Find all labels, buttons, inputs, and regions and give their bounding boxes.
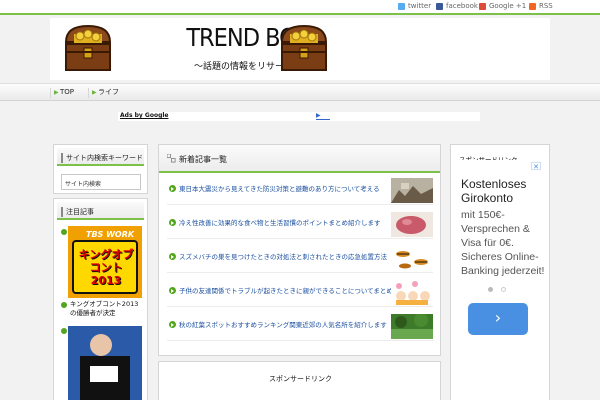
pagination-dot[interactable] (488, 287, 493, 292)
list-item[interactable]: 秋の紅葉スポットおすすめランキング関東近郊の人気名所を紹介します (167, 311, 433, 341)
arrow-bullet-icon (169, 287, 176, 294)
sponsored-section: スポンサードリンク (158, 361, 441, 400)
treasure-chest-icon (280, 24, 328, 71)
post-thumbnail[interactable] (391, 178, 433, 203)
ad-headline[interactable]: Kostenloses Girokonto (461, 177, 545, 205)
arrow-bullet-icon (169, 321, 176, 328)
bullet-icon (61, 328, 67, 334)
header-banner[interactable]: TREND BOX 〜話題の情報をリサーチ！〜 (50, 18, 550, 80)
facebook-icon (436, 2, 443, 10)
pickup-image-2[interactable] (68, 326, 142, 400)
pagination-dot[interactable] (501, 287, 506, 292)
list-item[interactable]: 子供の友達関係でトラブルが起きたときに親ができることについてまとめ (167, 277, 433, 307)
post-thumbnail[interactable] (391, 212, 433, 237)
pickup-image[interactable]: TBS WORK キングオブコント2013 (68, 226, 142, 298)
arrow-right-icon: ▶ (54, 89, 59, 96)
list-icon (167, 154, 176, 163)
pickup-post-link[interactable]: キングオブコント2013の優勝者が決定 (70, 300, 142, 318)
main-nav: ▶ TOP ▶ ライフ (0, 83, 600, 101)
ad-pagination (488, 287, 506, 292)
arrow-bullet-icon (169, 185, 176, 192)
site-header: TREND BOX 〜話題の情報をリサーチ！〜 (0, 15, 600, 83)
search-widget-header: サイト内検索キーワード (57, 148, 144, 166)
ad-arrow-icon[interactable]: ▶ (316, 112, 330, 120)
ad-body[interactable]: mit 150€-Versprechen & Visa für 0€. Sich… (461, 208, 545, 278)
pickup-widget-header: 注目記事 (57, 202, 144, 220)
nav-item-top[interactable]: ▶ TOP (50, 88, 74, 98)
search-input[interactable]: サイト内検索 (61, 174, 141, 190)
rss-icon (529, 2, 536, 10)
arrow-bullet-icon (169, 253, 176, 260)
bullet-icon (61, 302, 67, 308)
ad-close-icon[interactable]: ✕ (531, 162, 541, 171)
post-thumbnail[interactable] (391, 246, 433, 271)
top-bar: twitter facebook Google +1 RSS (0, 0, 600, 15)
google-plus-icon (479, 2, 486, 10)
arrow-right-icon: ▶ (92, 89, 97, 96)
list-item[interactable]: 冷え性改善に効果的な食べ物と生活習慣のポイントまとめ紹介します (167, 209, 433, 239)
post-thumbnail[interactable] (391, 314, 433, 339)
arrow-bullet-icon (169, 219, 176, 226)
rss-link[interactable]: RSS (529, 2, 553, 10)
bullet-icon (61, 229, 67, 235)
ad-next-button[interactable]: › (468, 303, 528, 335)
list-item[interactable]: 東日本大震災から見えてきた防災対策と避難のあり方について考える (167, 175, 433, 205)
ads-bar: Ads by Google ▶ (118, 112, 480, 121)
advertisement[interactable]: ✕ Kostenloses Girokonto mit 150€-Verspre… (459, 160, 545, 400)
facebook-link[interactable]: facebook (436, 2, 478, 10)
main-content: 新着記事一覧 東日本大震災から見えてきた防災対策と避難のあり方について考える 冷… (158, 144, 441, 356)
nav-item-life[interactable]: ▶ ライフ (88, 88, 119, 98)
twitter-icon (398, 2, 405, 10)
main-header: 新着記事一覧 (159, 145, 440, 173)
twitter-link[interactable]: twitter (398, 2, 431, 10)
post-thumbnail[interactable] (391, 280, 433, 305)
google-plus-link[interactable]: Google +1 (479, 2, 526, 10)
list-item[interactable]: スズメバチの巣を見つけたときの対処法と刺されたときの応急処置方法 (167, 243, 433, 273)
treasure-chest-icon (64, 24, 112, 71)
ads-by-google-link[interactable]: Ads by Google (120, 112, 168, 119)
